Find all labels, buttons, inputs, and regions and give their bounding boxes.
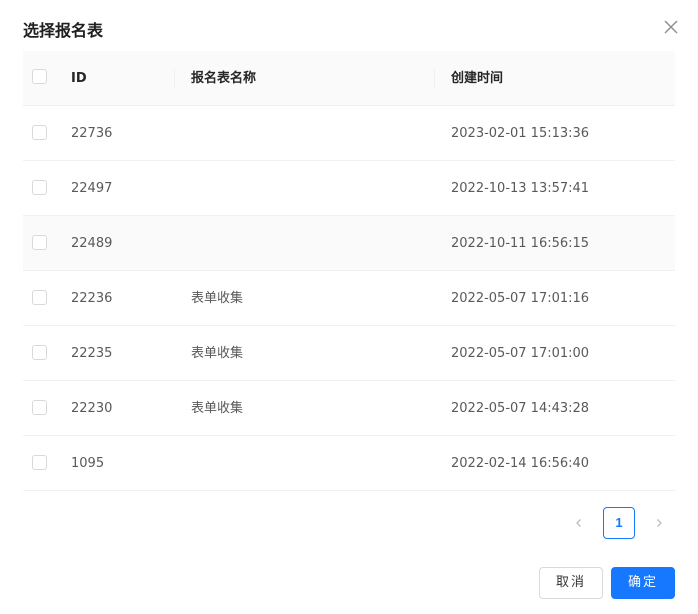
row-checkbox[interactable] xyxy=(32,345,47,360)
row-id: 22230 xyxy=(71,401,113,416)
row-created: 2022-05-07 17:01:00 xyxy=(451,346,590,361)
row-id: 22489 xyxy=(71,236,113,251)
column-header-name: 报名表名称 xyxy=(191,71,257,86)
table-header: ID 报名表名称 创建时间 xyxy=(23,51,675,106)
pagination-next-button[interactable] xyxy=(643,507,675,539)
table-row[interactable]: 22736 2023-02-01 15:13:36 xyxy=(23,106,675,161)
table-row[interactable]: 22497 2022-10-13 13:57:41 xyxy=(23,161,675,216)
row-created: 2022-10-11 16:56:15 xyxy=(451,236,590,251)
column-header-created: 创建时间 xyxy=(451,71,504,86)
column-divider xyxy=(174,69,175,89)
confirm-button[interactable]: 确定 xyxy=(611,567,675,599)
row-id: 22236 xyxy=(71,291,113,306)
row-checkbox[interactable] xyxy=(32,180,47,195)
row-created: 2022-05-07 17:01:16 xyxy=(451,291,590,306)
column-divider xyxy=(434,69,435,89)
row-created: 2023-02-01 15:13:36 xyxy=(451,126,590,141)
dialog-title: 选择报名表 xyxy=(23,21,104,40)
row-checkbox[interactable] xyxy=(32,290,47,305)
row-created: 2022-05-07 14:43:28 xyxy=(451,401,590,416)
row-name: 表单收集 xyxy=(191,401,244,416)
row-name: 表单收集 xyxy=(191,346,244,361)
row-name: 表单收集 xyxy=(191,291,244,306)
table-row[interactable]: 22236 表单收集 2022-05-07 17:01:16 xyxy=(23,271,675,326)
chevron-right-icon xyxy=(657,519,662,527)
pagination-page-1[interactable]: 1 xyxy=(603,507,635,539)
cancel-button[interactable]: 取消 xyxy=(539,567,603,599)
pagination-prev-button[interactable] xyxy=(563,507,595,539)
row-checkbox[interactable] xyxy=(32,400,47,415)
chevron-left-icon xyxy=(576,519,581,527)
select-form-dialog: 选择报名表 ID 报名表名称 创建时间 22736 2023-02-01 15:… xyxy=(0,0,698,614)
row-id: 1095 xyxy=(71,456,105,471)
table-row[interactable]: 1095 2022-02-14 16:56:40 xyxy=(23,436,675,491)
table-row[interactable]: 22230 表单收集 2022-05-07 14:43:28 xyxy=(23,381,675,436)
column-header-id: ID xyxy=(71,71,87,86)
row-id: 22736 xyxy=(71,126,113,141)
table-row[interactable]: 22489 2022-10-11 16:56:15 xyxy=(23,216,675,271)
row-checkbox[interactable] xyxy=(32,235,47,250)
row-checkbox[interactable] xyxy=(32,125,47,140)
row-created: 2022-10-13 13:57:41 xyxy=(451,181,590,196)
close-icon[interactable] xyxy=(662,18,680,36)
row-id: 22497 xyxy=(71,181,113,196)
table-row[interactable]: 22235 表单收集 2022-05-07 17:01:00 xyxy=(23,326,675,381)
form-table: ID 报名表名称 创建时间 22736 2023-02-01 15:13:36 … xyxy=(23,51,675,491)
row-checkbox[interactable] xyxy=(32,455,47,470)
row-id: 22235 xyxy=(71,346,113,361)
row-created: 2022-02-14 16:56:40 xyxy=(451,456,590,471)
select-all-checkbox[interactable] xyxy=(32,69,47,84)
